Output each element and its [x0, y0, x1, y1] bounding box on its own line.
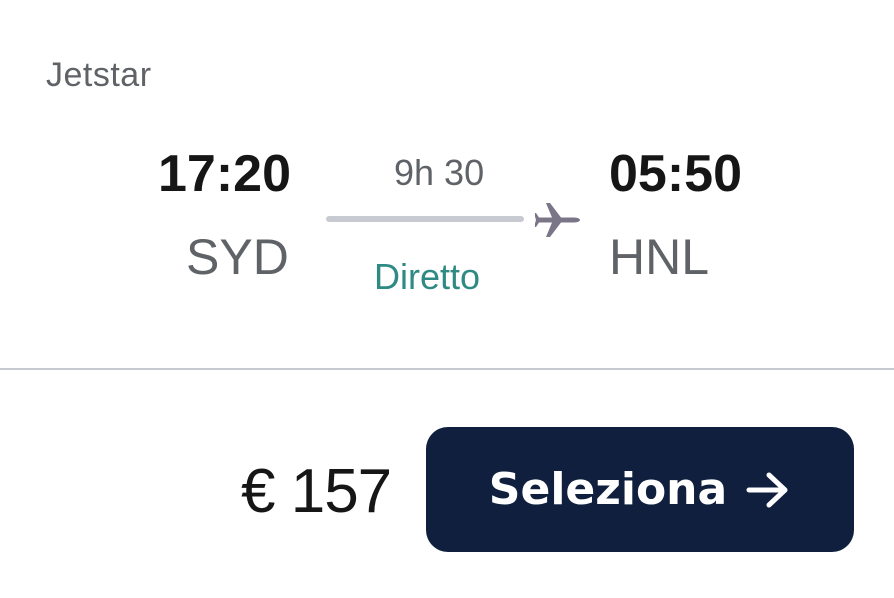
arrow-right-icon	[746, 472, 788, 507]
plane-icon	[535, 203, 580, 237]
departure-time: 17:20	[158, 145, 291, 203]
flight-duration: 9h 30	[394, 152, 485, 193]
stops-label: Diretto	[374, 256, 481, 297]
airline-name: Jetstar	[46, 56, 152, 94]
route-line	[326, 216, 524, 222]
select-button-label: Seleziona	[488, 464, 728, 515]
card-divider	[0, 368, 894, 370]
price: € 157	[241, 457, 392, 526]
flight-result-card: Jetstar 17:20 SYD 9h 30 Diretto 05:50 HN…	[0, 0, 894, 598]
select-button[interactable]: Seleziona	[426, 427, 854, 552]
arrival-time: 05:50	[609, 145, 742, 203]
departure-airport: SYD	[186, 229, 289, 285]
arrival-airport: HNL	[609, 229, 710, 285]
